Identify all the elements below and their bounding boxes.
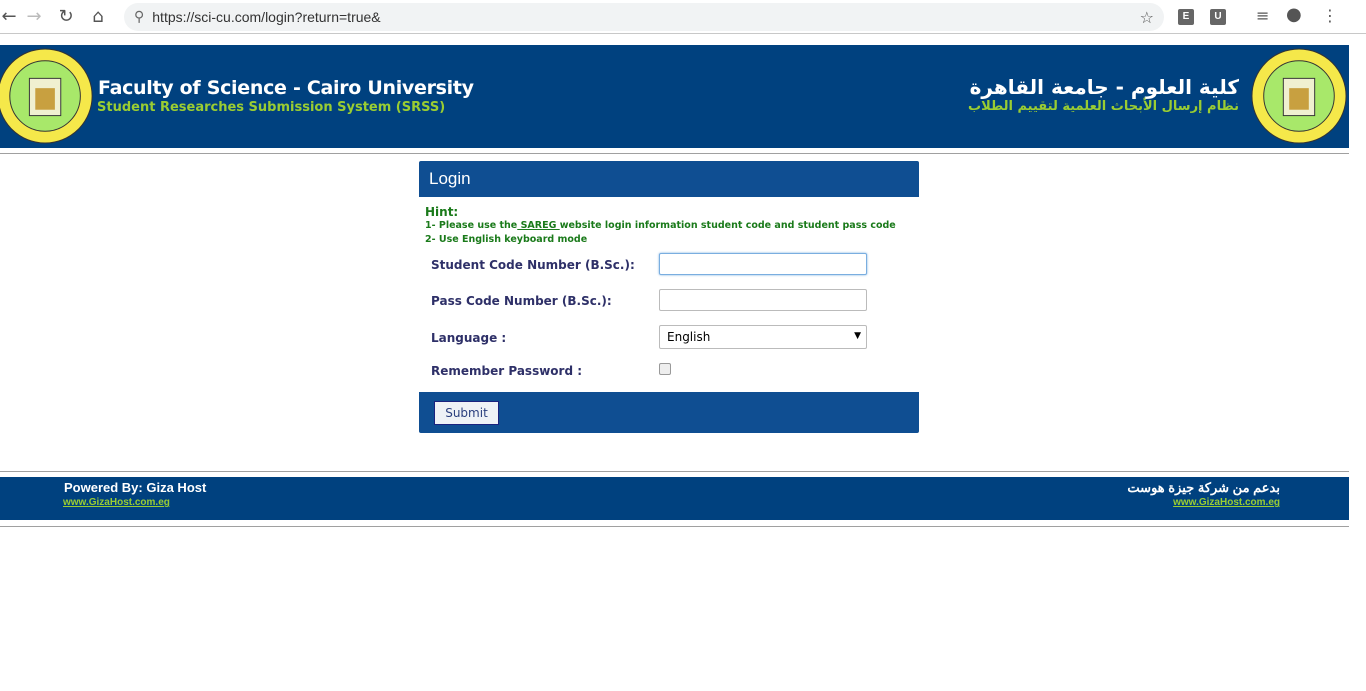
search-icon: ⚲ <box>134 9 145 25</box>
url-text[interactable]: https://sci-cu.com/login?return=true& <box>152 9 380 25</box>
bookmark-star-icon[interactable]: ☆ <box>1140 8 1154 27</box>
header-subtitle: Student Researches Submission System (SR… <box>97 100 446 115</box>
header-subtitle-arabic: نظام إرسال الأبحاث العلمية لتقييم الطلاب <box>968 99 1239 114</box>
powered-label-arabic: بدعم من شركة <box>1194 480 1280 495</box>
extension-u-icon[interactable]: U <box>1210 9 1226 25</box>
login-panel: Login Hint: 1- Please use the SAREG webs… <box>419 161 919 433</box>
university-logo-left <box>0 48 93 144</box>
university-logo-right <box>1251 48 1347 144</box>
hint-box: Hint: 1- Please use the SAREG website lo… <box>419 197 919 247</box>
giza-host-link[interactable]: Giza Host <box>146 480 206 495</box>
media-icon[interactable]: ≡ <box>1256 6 1269 25</box>
pass-code-label: Pass Code Number (B.Sc.): <box>431 294 612 308</box>
back-icon[interactable]: ← <box>0 6 18 27</box>
remember-label: Remember Password : <box>431 364 583 378</box>
hint-text: website login information student code a… <box>559 220 896 231</box>
forward-icon[interactable]: → <box>18 6 50 27</box>
header-title: Faculty of Science - Cairo University <box>98 77 474 99</box>
browser-toolbar: ← → ↻ ⌂ ⚲ https://sci-cu.com/login?retur… <box>0 0 1366 34</box>
site-link-arabic[interactable]: www.GizaHost.com.eg <box>1173 497 1280 508</box>
pass-code-input[interactable] <box>659 289 867 311</box>
hint-text: 1- Please use the <box>425 220 518 231</box>
language-value: English <box>667 330 711 344</box>
address-bar[interactable]: ⚲ https://sci-cu.com/login?return=true& … <box>124 3 1164 31</box>
student-code-input[interactable] <box>659 253 867 275</box>
header-title-arabic: كلية العلوم - جامعة القاهرة <box>969 75 1239 99</box>
reload-icon[interactable]: ↻ <box>50 6 82 27</box>
student-code-label: Student Code Number (B.Sc.): <box>431 258 635 272</box>
powered-by: Powered By: Giza Host <box>64 480 206 495</box>
login-panel-footer: Submit <box>419 392 919 433</box>
remember-checkbox[interactable] <box>659 363 671 375</box>
language-label: Language : <box>431 331 507 345</box>
sareg-link[interactable]: SAREG <box>517 220 559 231</box>
giza-host-link-arabic[interactable]: جيزة هوست <box>1127 480 1194 495</box>
language-select[interactable]: English ▼ <box>659 325 867 349</box>
menu-icon[interactable]: ⋮ <box>1322 6 1338 25</box>
divider <box>0 471 1349 472</box>
site-footer: Powered By: Giza Host www.GizaHost.com.e… <box>0 477 1349 520</box>
powered-label: Powered By: <box>64 480 147 495</box>
dropdown-arrow-icon: ▼ <box>854 331 861 341</box>
submit-button[interactable]: Submit <box>434 401 499 425</box>
site-header: Faculty of Science - Cairo University St… <box>0 45 1349 148</box>
site-link[interactable]: www.GizaHost.com.eg <box>63 497 170 508</box>
hint-text: 2- Use English keyboard mode <box>425 234 588 245</box>
hint-label: Hint: <box>425 205 459 219</box>
extension-e-icon[interactable]: E <box>1178 9 1194 25</box>
divider <box>0 526 1349 527</box>
powered-by-arabic: بدعم من شركة جيزة هوست <box>1127 480 1280 496</box>
profile-icon[interactable]: ● <box>1286 4 1302 25</box>
home-icon[interactable]: ⌂ <box>82 6 114 27</box>
divider <box>0 153 1349 154</box>
login-title: Login <box>419 161 919 197</box>
